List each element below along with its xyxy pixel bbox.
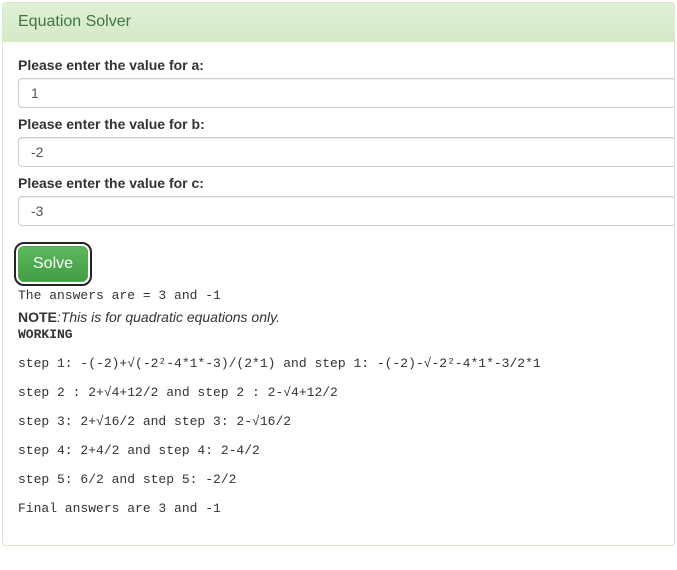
input-wrap-a — [18, 78, 675, 108]
note-text: :This is for quadratic equations only. — [57, 309, 280, 325]
label-a: Please enter the value for a: — [18, 57, 659, 73]
step-line: step 5: 6/2 and step 5: -2/2 — [18, 472, 659, 487]
label-b: Please enter the value for b: — [3, 116, 659, 132]
panel-body: Please enter the value for a: Please ent… — [3, 42, 674, 545]
step-line: step 4: 2+4/2 and step 4: 2-4/2 — [18, 443, 659, 458]
working-label: WORKING — [18, 327, 659, 342]
step-line: step 3: 2+√16/2 and step 3: 2-√16/2 — [18, 414, 659, 429]
answers-text: The answers are = 3 and -1 — [18, 288, 659, 303]
steps-container: step 1: -(-2)+√(-2²-4*1*-3)/(2*1) and st… — [18, 356, 659, 516]
solve-button[interactable]: Solve — [18, 246, 88, 282]
input-a[interactable] — [18, 78, 675, 108]
equation-solver-panel: Equation Solver Please enter the value f… — [2, 2, 675, 546]
label-c: Please enter the value for c: — [3, 175, 659, 191]
input-wrap-c — [18, 196, 675, 226]
input-c[interactable] — [18, 196, 675, 226]
step-line: step 1: -(-2)+√(-2²-4*1*-3)/(2*1) and st… — [18, 356, 659, 371]
input-b[interactable] — [18, 137, 675, 167]
input-wrap-b — [18, 137, 675, 167]
step-line: step 2 : 2+√4+12/2 and step 2 : 2-√4+12/… — [18, 385, 659, 400]
note-label: NOTE — [18, 309, 57, 325]
note-line: NOTE:This is for quadratic equations onl… — [18, 309, 659, 325]
step-line: Final answers are 3 and -1 — [18, 501, 659, 516]
panel-title: Equation Solver — [3, 3, 674, 42]
